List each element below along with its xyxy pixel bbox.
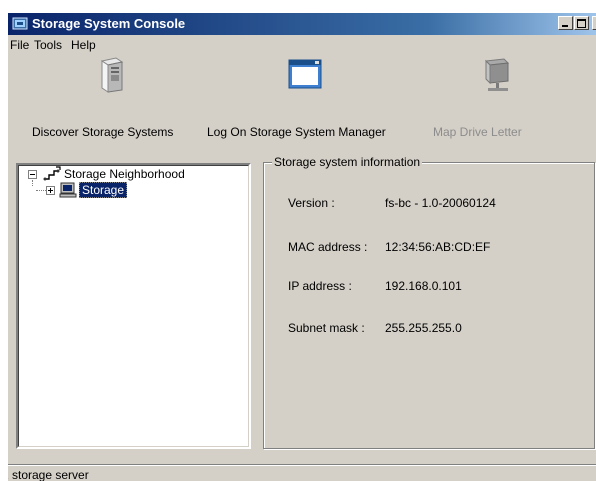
ip-address-label: IP address : xyxy=(288,279,352,293)
computer-icon xyxy=(59,182,77,198)
application-window-icon xyxy=(288,59,322,89)
console-app-icon xyxy=(12,17,28,30)
mac-address-value: 12:34:56:AB:CD:EF xyxy=(385,240,491,254)
maximize-button[interactable] xyxy=(574,16,589,30)
discover-storage-label: Discover Storage Systems xyxy=(32,125,174,139)
main-window: Storage System Console ✕ File Tools Help… xyxy=(8,13,596,481)
tree-connector xyxy=(32,180,33,186)
map-drive-letter-label: Map Drive Letter xyxy=(433,125,522,139)
tree-expand-toggle[interactable] xyxy=(46,186,55,195)
ip-address-value: 192.168.0.101 xyxy=(385,279,462,293)
toolbar: Discover Storage Systems Log On Storage … xyxy=(8,57,596,147)
mac-address-label: MAC address : xyxy=(288,240,368,254)
minimize-button[interactable] xyxy=(558,16,573,30)
title-bar[interactable]: Storage System Console ✕ xyxy=(8,13,596,35)
computer-tower-icon xyxy=(100,57,124,93)
window-title: Storage System Console xyxy=(32,16,186,31)
logon-manager-label: Log On Storage System Manager xyxy=(207,125,386,139)
menu-help[interactable]: Help xyxy=(71,38,96,52)
status-bar: 1 storage server xyxy=(8,464,596,481)
status-text: 1 storage server xyxy=(8,468,89,481)
close-button[interactable]: ✕ xyxy=(592,16,596,30)
subnet-mask-value: 255.255.255.0 xyxy=(385,321,462,335)
network-neighborhood-icon xyxy=(43,166,61,181)
menu-tools[interactable]: Tools xyxy=(34,38,62,52)
menu-file[interactable]: File xyxy=(10,38,29,52)
network-drive-icon xyxy=(484,58,510,91)
tree-collapse-toggle[interactable] xyxy=(28,170,37,179)
subnet-mask-label: Subnet mask : xyxy=(288,321,365,335)
tree-root-storage-neighborhood[interactable]: Storage Neighborhood xyxy=(64,167,185,181)
version-value: fs-bc - 1.0-20060124 xyxy=(385,196,496,210)
storage-tree[interactable]: Storage Neighborhood Storage xyxy=(16,163,251,449)
version-label: Version : xyxy=(288,196,335,210)
storage-info-legend: Storage system information xyxy=(272,155,423,169)
menu-bar: File Tools Help xyxy=(8,36,596,54)
tree-node-storage[interactable]: Storage xyxy=(79,182,128,198)
tree-connector xyxy=(36,190,46,191)
